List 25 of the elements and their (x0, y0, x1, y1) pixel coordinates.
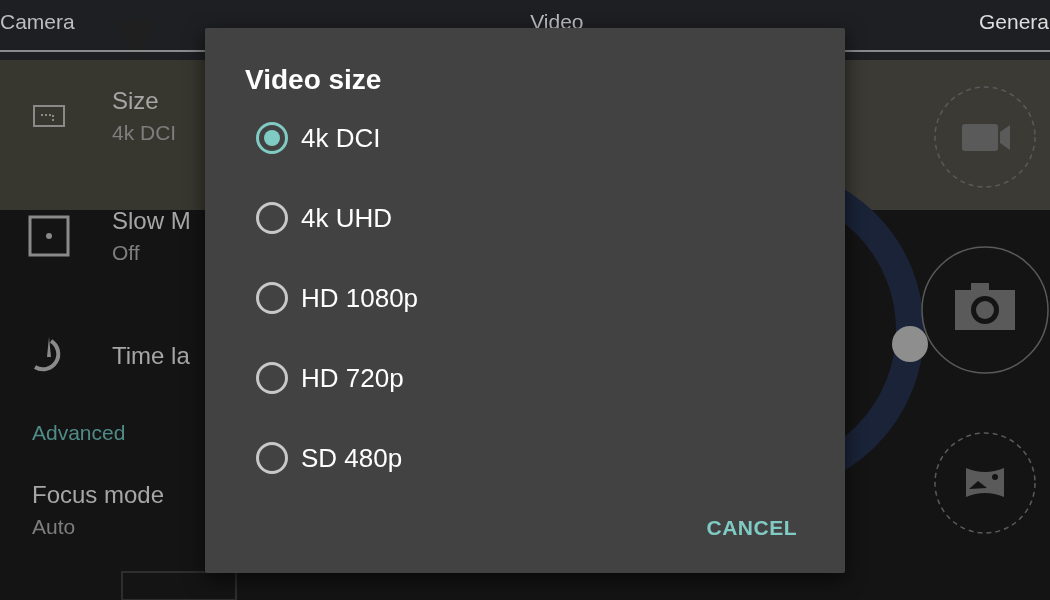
tab[interactable]: Camera (0, 10, 75, 34)
camera-icon[interactable] (920, 245, 1050, 375)
setting-title[interactable]: Slow M (112, 207, 191, 235)
radio-button[interactable] (255, 361, 289, 395)
radio-option[interactable]: HD 720p (245, 338, 414, 418)
radio-option[interactable]: SD 480p (245, 418, 413, 498)
section-header: Advanced (32, 421, 126, 445)
dialog-title: Video size (245, 64, 383, 96)
panorama-icon[interactable] (933, 431, 1037, 535)
radio-button[interactable] (255, 281, 289, 315)
aspect-ratio-icon (32, 104, 66, 128)
setting-value: 4k DCI (112, 121, 177, 145)
setting-value: Off (112, 241, 141, 265)
radio-button[interactable] (255, 201, 289, 235)
tab[interactable]: Genera (978, 10, 1049, 34)
setting-title[interactable]: Time la (112, 342, 190, 370)
radio-button[interactable] (255, 441, 289, 475)
cancel-button[interactable]: CANCEL (698, 508, 805, 548)
radio-option[interactable]: 4k UHD (245, 178, 402, 258)
radio-option[interactable]: 4k DCI (245, 98, 391, 178)
radio-option[interactable]: HD 1080p (245, 258, 429, 338)
setting-title[interactable]: Size (112, 87, 177, 115)
setting-title[interactable]: Focus mode (32, 481, 165, 509)
radio-button[interactable] (255, 121, 289, 155)
setting-value: Auto (32, 515, 77, 539)
